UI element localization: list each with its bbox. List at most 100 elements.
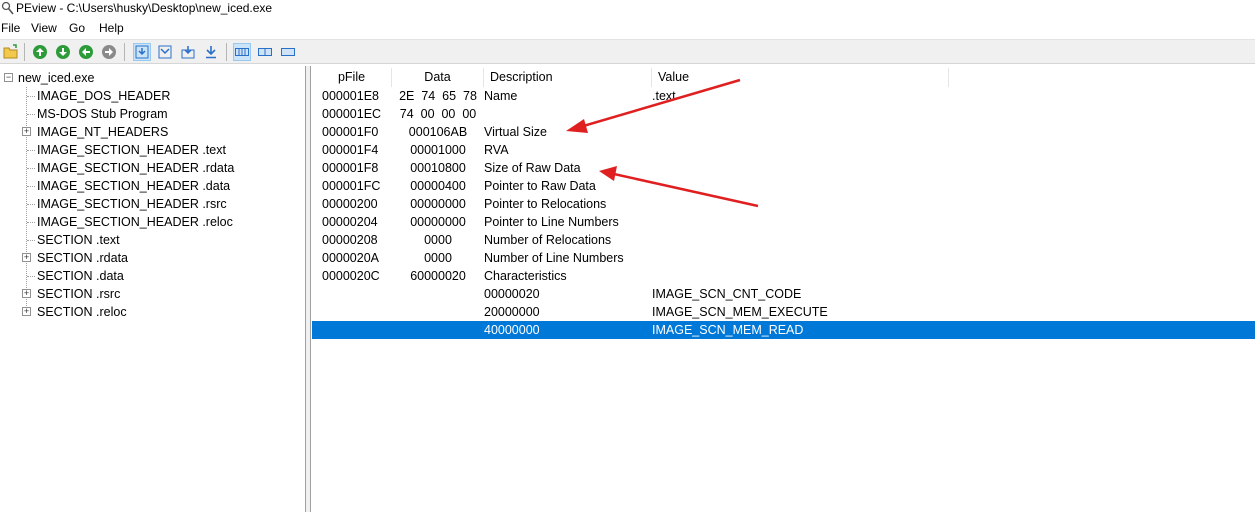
cell-data: 60000020 [410,269,466,283]
table-row[interactable]: 000001F8 00010800 Size of Raw Data [312,159,1255,177]
list-header: pFile Data Description Value [312,68,1255,87]
cell-description: Name [484,89,518,103]
cell-description: Pointer to Raw Data [484,179,596,193]
cell-pfile: 000001E8 [322,89,380,103]
tree-item-section-header-rsrc[interactable]: IMAGE_SECTION_HEADER .rsrc [0,195,300,213]
details-list[interactable]: pFile Data Description Value 000001E8 2E … [312,66,1255,512]
cell-value: IMAGE_SCN_MEM_EXECUTE [652,305,828,319]
cell-description: RVA [484,143,509,157]
cell-pfile: 00000204 [322,215,378,229]
cell-data: 00000400 [410,179,466,193]
arrow-forward-icon[interactable] [100,43,118,61]
tree-item-section-header-text[interactable]: IMAGE_SECTION_HEADER .text [0,141,300,159]
cell-description: Size of Raw Data [484,161,581,175]
cell-value: IMAGE_SCN_MEM_READ [652,323,804,337]
table-row[interactable]: 00000200 00000000 Pointer to Relocations [312,195,1255,213]
expand-icon[interactable]: + [22,289,31,298]
table-row[interactable]: 40000000 IMAGE_SCN_MEM_READ [312,321,1255,339]
tree-item-section-rdata[interactable]: + SECTION .rdata [0,249,300,267]
table-row[interactable]: 00000020 IMAGE_SCN_CNT_CODE [312,285,1255,303]
cell-value: .text [652,89,676,103]
cell-description: Pointer to Relocations [484,197,607,211]
cell-data: 00000000 [410,215,466,229]
arrow-back-icon[interactable] [77,43,95,61]
tree-item-section-data[interactable]: SECTION .data [0,267,300,285]
table-row[interactable]: 000001E8 2E 74 65 78 Name .text [312,87,1255,105]
cell-pfile: 000001EC [322,107,382,121]
toolbar [0,39,1255,64]
cell-pfile: 0000020C [322,269,380,283]
tree-item-section-header-reloc[interactable]: IMAGE_SECTION_HEADER .reloc [0,213,300,231]
view-down-icon[interactable] [156,43,174,61]
table-row[interactable]: 00000204 00000000 Pointer to Line Numbers [312,213,1255,231]
cell-data: 74 00 00 00 [399,107,477,121]
menu-view[interactable]: View [30,21,58,36]
open-folder-icon[interactable] [2,43,20,61]
view-word-icon[interactable] [256,43,274,61]
column-header-data[interactable]: Data [392,68,484,87]
expand-icon[interactable]: + [22,307,31,316]
tree-item-dos-header[interactable]: IMAGE_DOS_HEADER [0,87,300,105]
window-title: PEview - C:\Users\husky\Desktop\new_iced… [16,1,273,15]
cell-data: 000106AB [408,125,468,139]
tree-item-dos-stub[interactable]: MS-DOS Stub Program [0,105,300,123]
tree-pane[interactable]: − new_iced.exe IMAGE_DOS_HEADER MS-DOS S… [0,66,306,512]
column-header-value[interactable]: Value [652,68,949,87]
menu-go[interactable]: Go [68,21,86,36]
tree-item-section-header-rdata[interactable]: IMAGE_SECTION_HEADER .rdata [0,159,300,177]
tree-item-nt-headers[interactable]: + IMAGE_NT_HEADERS [0,123,300,141]
pane-splitter[interactable] [306,66,311,512]
cell-data: 00001000 [410,143,466,157]
view-right-icon[interactable] [179,43,197,61]
cell-pfile: 000001F4 [322,143,379,157]
table-row[interactable]: 00000208 0000 Number of Relocations [312,231,1255,249]
table-row[interactable]: 20000000 IMAGE_SCN_MEM_EXECUTE [312,303,1255,321]
cell-pfile: 00000208 [322,233,378,247]
tree-item-section-header-data[interactable]: IMAGE_SECTION_HEADER .data [0,177,300,195]
cell-data: 00010800 [410,161,466,175]
view-byte-icon[interactable] [233,43,251,61]
cell-data: 00000000 [410,197,466,211]
view-details-icon[interactable] [202,43,220,61]
tree-root-item[interactable]: − new_iced.exe [0,69,300,87]
column-header-pfile[interactable]: pFile [312,68,392,87]
title-bar: PEview - C:\Users\husky\Desktop\new_iced… [0,0,1255,18]
cell-description: 20000000 [484,305,540,319]
cell-pfile: 0000020A [322,251,380,265]
arrow-up-icon[interactable] [31,43,49,61]
cell-pfile: 000001F8 [322,161,379,175]
menu-bar: File View Go Help [0,19,1255,38]
cell-value: IMAGE_SCN_CNT_CODE [652,287,802,301]
table-row[interactable]: 0000020A 0000 Number of Line Numbers [312,249,1255,267]
tree-item-section-text[interactable]: SECTION .text [0,231,300,249]
cell-description: Number of Relocations [484,233,612,247]
table-row[interactable]: 0000020C 60000020 Characteristics [312,267,1255,285]
arrow-down-icon[interactable] [54,43,72,61]
column-header-description[interactable]: Description [484,68,652,87]
menu-file[interactable]: File [0,21,21,36]
cell-description: Virtual Size [484,125,547,139]
menu-help[interactable]: Help [98,21,125,36]
view-hex-icon[interactable] [133,43,151,61]
tree-item-section-rsrc[interactable]: + SECTION .rsrc [0,285,300,303]
table-row[interactable]: 000001FC 00000400 Pointer to Raw Data [312,177,1255,195]
table-row[interactable]: 000001F4 00001000 RVA [312,141,1255,159]
cell-description: 40000000 [484,323,540,337]
table-row[interactable]: 000001EC 74 00 00 00 [312,105,1255,123]
expand-icon[interactable]: + [22,253,31,262]
cell-pfile: 00000200 [322,197,378,211]
cell-pfile: 000001F0 [322,125,379,139]
cell-description: Pointer to Line Numbers [484,215,619,229]
cell-description: Number of Line Numbers [484,251,624,265]
magnifier-app-icon [1,1,14,15]
cell-pfile: 000001FC [322,179,381,193]
cell-description: 00000020 [484,287,540,301]
cell-description: Characteristics [484,269,567,283]
expand-icon[interactable]: + [22,127,31,136]
cell-data: 0000 [424,233,452,247]
table-row[interactable]: 000001F0 000106AB Virtual Size [312,123,1255,141]
view-dword-icon[interactable] [279,43,297,61]
collapse-icon[interactable]: − [4,73,13,82]
cell-data: 2E 74 65 78 [399,89,477,103]
tree-item-section-reloc[interactable]: + SECTION .reloc [0,303,300,321]
